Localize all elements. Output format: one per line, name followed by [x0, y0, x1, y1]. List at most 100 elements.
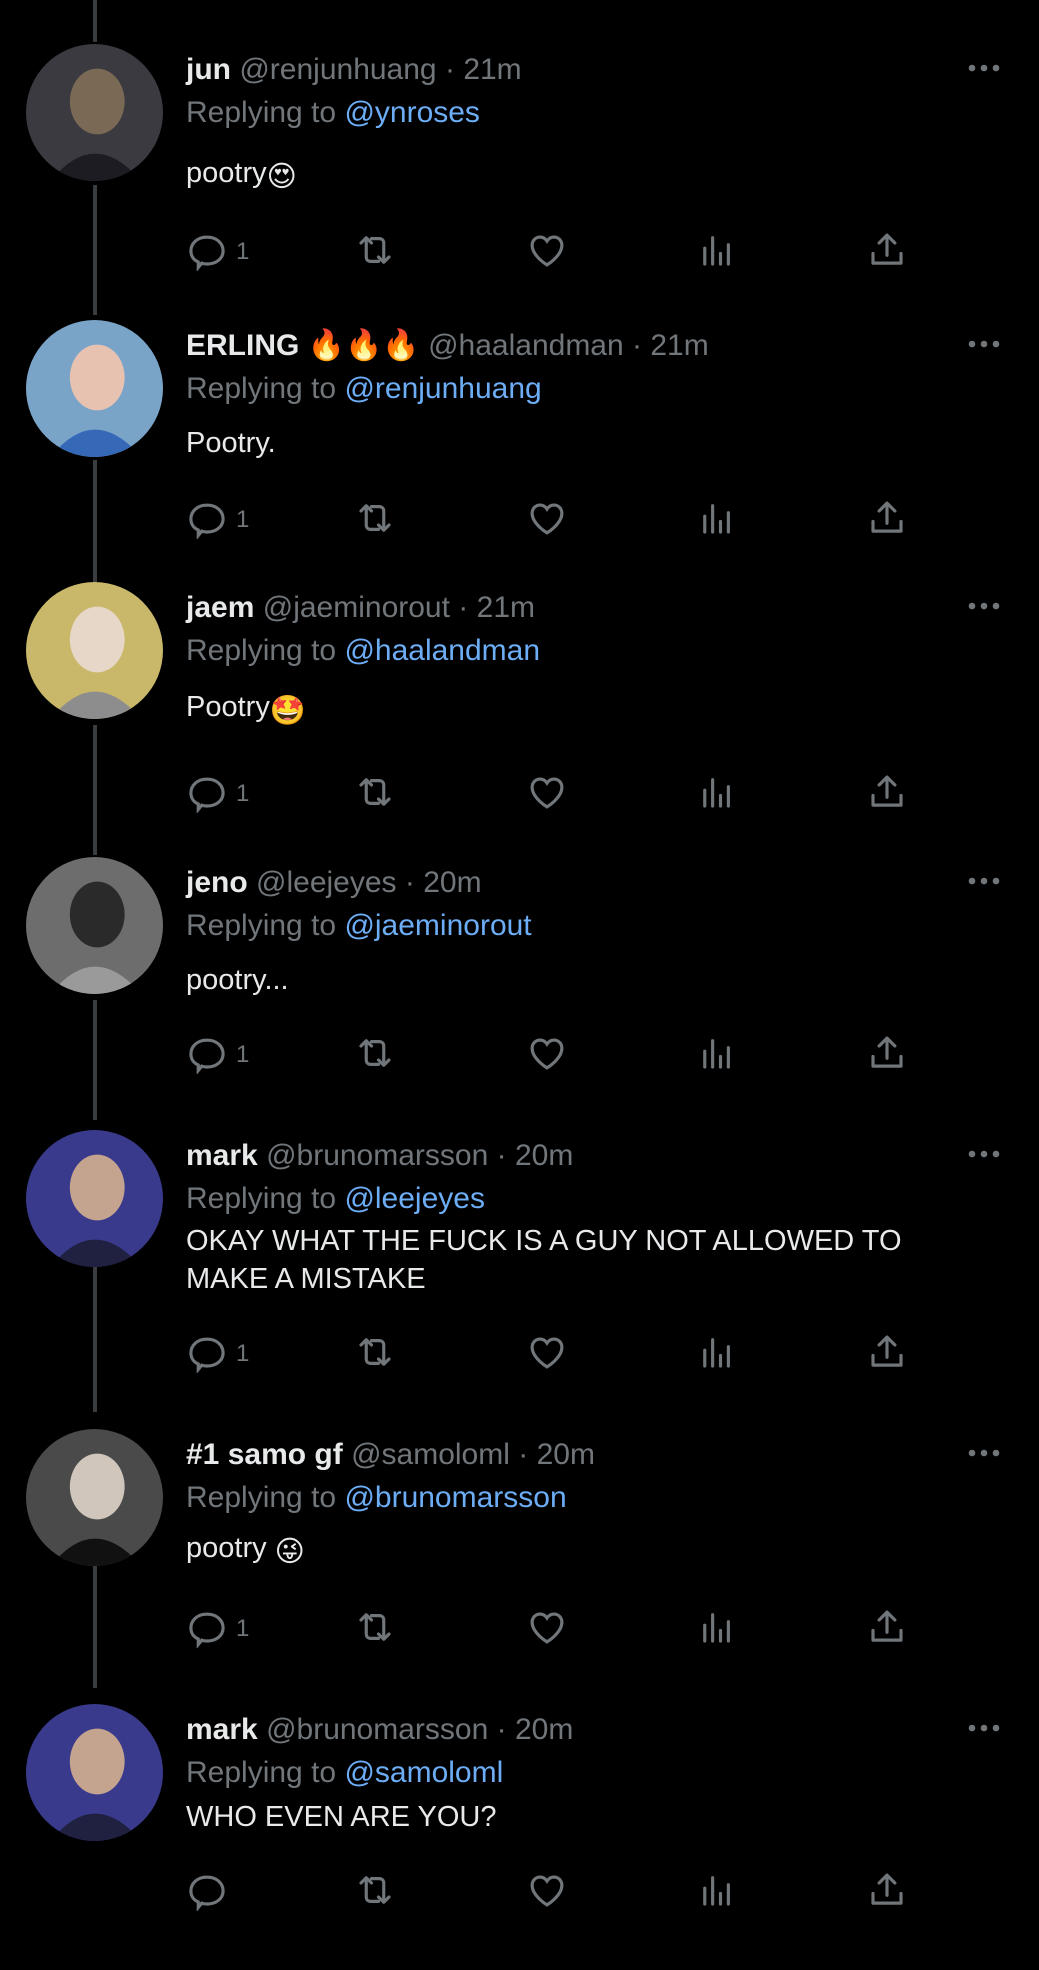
share-button[interactable] [866, 230, 908, 274]
handle[interactable]: @samoloml [351, 1438, 510, 1471]
like-button[interactable] [526, 1870, 568, 1914]
mention-link[interactable]: @samoloml [344, 1756, 503, 1789]
timestamp[interactable]: 20m [515, 1713, 573, 1746]
timestamp[interactable]: 20m [423, 866, 481, 899]
reply-button[interactable]: 1 [186, 1033, 249, 1077]
timestamp[interactable]: 20m [537, 1438, 595, 1471]
tweet[interactable]: jeno @leejeyes · 20m Replying to @jaemin… [0, 857, 1039, 1123]
mention-link[interactable]: @leejeyes [344, 1182, 485, 1215]
like-button[interactable] [526, 772, 568, 816]
views-button[interactable] [696, 1870, 738, 1914]
share-icon [866, 1869, 908, 1916]
handle[interactable]: @haalandman [428, 329, 624, 362]
tweet[interactable]: ERLING 🔥🔥🔥 @haalandman · 21m Replying to… [0, 320, 1039, 586]
timestamp[interactable]: 21m [650, 329, 708, 362]
views-button[interactable] [696, 772, 738, 816]
timestamp[interactable]: 21m [477, 591, 535, 624]
views-button[interactable] [696, 230, 738, 274]
avatar[interactable] [26, 582, 163, 719]
share-button[interactable] [866, 498, 908, 542]
mention-link[interactable]: @jaeminorout [344, 909, 531, 942]
display-name[interactable]: jun [186, 53, 231, 86]
retweet-icon [354, 229, 396, 276]
retweet-button[interactable] [354, 1607, 396, 1651]
views-button[interactable] [696, 498, 738, 542]
tweet[interactable]: mark @brunomarsson · 20m Replying to @le… [0, 1130, 1039, 1396]
share-button[interactable] [866, 772, 908, 816]
replying-to-label: Replying to [186, 909, 337, 942]
separator-dot: · [404, 866, 415, 899]
more-options-icon[interactable] [966, 1443, 1002, 1463]
display-name[interactable]: mark [186, 1139, 258, 1172]
retweet-button[interactable] [354, 230, 396, 274]
avatar[interactable] [26, 1130, 163, 1267]
avatar[interactable] [26, 1704, 163, 1841]
like-button[interactable] [526, 1332, 568, 1376]
views-button[interactable] [696, 1607, 738, 1651]
reply-button[interactable] [186, 1870, 236, 1914]
tweet-actions [186, 1870, 926, 1914]
display-name[interactable]: ERLING [186, 329, 299, 362]
heart-icon [526, 229, 568, 276]
avatar[interactable] [26, 1429, 163, 1566]
more-options-icon[interactable] [966, 334, 1002, 354]
mention-link[interactable]: @brunomarsson [344, 1481, 566, 1514]
display-name[interactable]: jaem [186, 591, 254, 624]
handle[interactable]: @jaeminorout [263, 591, 450, 624]
emoji: 😍 [266, 161, 297, 193]
reply-button[interactable]: 1 [186, 1607, 249, 1651]
share-button[interactable] [866, 1033, 908, 1077]
retweet-button[interactable] [354, 1332, 396, 1376]
avatar[interactable] [26, 857, 163, 994]
share-button[interactable] [866, 1870, 908, 1914]
handle[interactable]: @renjunhuang [239, 53, 436, 86]
mention-link[interactable]: @ynroses [344, 96, 480, 129]
reply-button[interactable]: 1 [186, 498, 249, 542]
tweet[interactable]: jun @renjunhuang · 21m Replying to @ynro… [0, 44, 1039, 310]
views-icon [696, 1606, 738, 1653]
display-name[interactable]: mark [186, 1713, 258, 1746]
retweet-button[interactable] [354, 1870, 396, 1914]
views-button[interactable] [696, 1332, 738, 1376]
retweet-button[interactable] [354, 772, 396, 816]
display-name[interactable]: jeno [186, 866, 248, 899]
timestamp[interactable]: 21m [463, 53, 521, 86]
share-icon [866, 771, 908, 818]
more-options-icon[interactable] [966, 596, 1002, 616]
tweet[interactable]: #1 samo gf @samoloml · 20m Replying to @… [0, 1429, 1039, 1695]
mention-link[interactable]: @renjunhuang [344, 372, 541, 405]
handle[interactable]: @brunomarsson [266, 1139, 488, 1172]
like-button[interactable] [526, 1033, 568, 1077]
retweet-button[interactable] [354, 1033, 396, 1077]
tweet[interactable]: mark @brunomarsson · 20m Replying to @sa… [0, 1704, 1039, 1970]
like-button[interactable] [526, 1607, 568, 1651]
heart-icon [526, 1606, 568, 1653]
reply-button[interactable]: 1 [186, 772, 249, 816]
timestamp[interactable]: 20m [515, 1139, 573, 1172]
reply-button[interactable]: 1 [186, 1332, 249, 1376]
retweet-button[interactable] [354, 498, 396, 542]
avatar[interactable] [26, 320, 163, 457]
like-button[interactable] [526, 498, 568, 542]
handle[interactable]: @leejeyes [256, 866, 397, 899]
avatar[interactable] [26, 44, 163, 181]
handle[interactable]: @brunomarsson [266, 1713, 488, 1746]
tweet[interactable]: jaem @jaeminorout · 21m Replying to @haa… [0, 582, 1039, 848]
tweet-header: jeno @leejeyes · 20m [186, 863, 482, 903]
more-options-icon[interactable] [966, 871, 1002, 891]
tweet-text-content: Pootry [186, 691, 270, 723]
reply-button[interactable]: 1 [186, 230, 249, 274]
like-button[interactable] [526, 230, 568, 274]
display-name[interactable]: #1 samo gf [186, 1438, 343, 1471]
more-options-icon[interactable] [966, 1718, 1002, 1738]
heart-icon [526, 497, 568, 544]
replying-to-label: Replying to [186, 634, 337, 667]
tweet-text: pootry😍 [186, 154, 986, 196]
share-button[interactable] [866, 1607, 908, 1651]
views-button[interactable] [696, 1033, 738, 1077]
mention-link[interactable]: @haalandman [344, 634, 540, 667]
reply-icon [186, 229, 228, 276]
share-button[interactable] [866, 1332, 908, 1376]
more-options-icon[interactable] [966, 58, 1002, 78]
more-options-icon[interactable] [966, 1144, 1002, 1164]
